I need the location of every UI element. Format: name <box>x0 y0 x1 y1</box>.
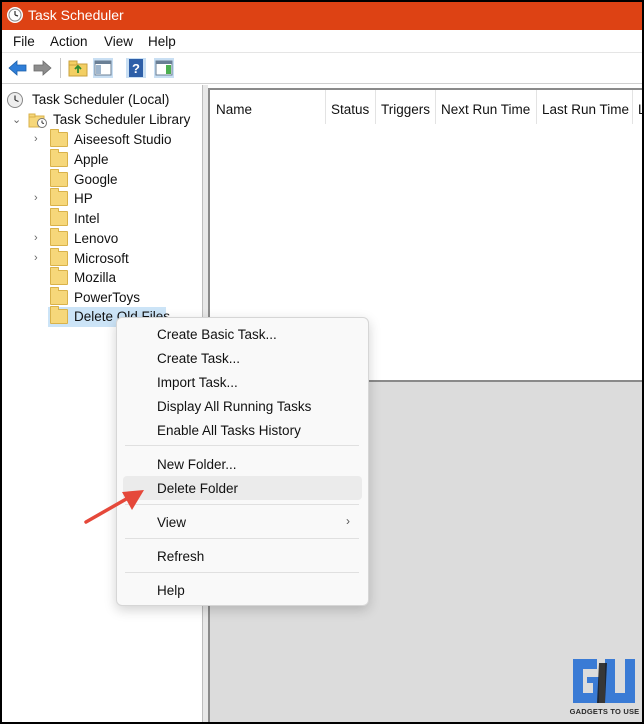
menu-view[interactable]: View <box>104 34 133 49</box>
column-header-last-run-time[interactable]: Last Run Time <box>536 90 633 124</box>
help-icon[interactable]: ? <box>124 56 148 80</box>
tree-folder-label: Lenovo <box>74 231 119 246</box>
menu-separator <box>125 504 359 505</box>
toolbar-separator <box>60 58 61 78</box>
menu-item-enable-tasks-history[interactable]: Enable All Tasks History <box>123 418 362 442</box>
tree-folder-label: HP <box>74 191 93 206</box>
chevron-right-icon[interactable]: › <box>34 232 38 244</box>
back-arrow-icon[interactable] <box>6 56 30 80</box>
show-action-pane-icon[interactable] <box>152 56 176 80</box>
column-header-last-result[interactable]: L <box>632 90 642 124</box>
menu-separator <box>125 572 359 573</box>
up-folder-icon[interactable] <box>66 56 90 80</box>
watermark-text: GADGETS TO USE <box>569 707 640 716</box>
column-header-label: L <box>638 102 642 117</box>
tree-folder[interactable]: › Aiseesoft Studio <box>32 129 196 150</box>
gadgets-to-use-watermark: GADGETS TO USE <box>567 655 642 722</box>
tree-folder[interactable]: Intel <box>32 208 196 229</box>
menu-item-label: Delete Folder <box>157 481 239 496</box>
menu-item-new-folder[interactable]: New Folder... <box>123 452 362 476</box>
menu-item-view[interactable]: View › <box>123 510 362 534</box>
column-header-label: Triggers <box>381 102 431 117</box>
forward-arrow-icon[interactable] <box>30 56 54 80</box>
tree-folder-label: Intel <box>74 211 100 226</box>
tree-folder[interactable]: › Lenovo <box>32 228 196 249</box>
folder-icon <box>50 267 68 285</box>
column-header-label: Last Run Time <box>542 102 630 117</box>
tree-folder-label: Google <box>74 172 118 187</box>
tree-folder-label: Aiseesoft Studio <box>74 132 172 147</box>
title-bar: Task Scheduler <box>2 2 642 30</box>
column-header-status[interactable]: Status <box>325 90 376 124</box>
svg-text:?: ? <box>132 61 140 76</box>
show-hide-pane-icon[interactable] <box>91 56 115 80</box>
chevron-right-icon[interactable]: › <box>34 252 38 264</box>
menu-item-label: Refresh <box>157 549 205 564</box>
chevron-right-icon[interactable]: › <box>34 192 38 204</box>
toolbar: ? <box>2 53 642 84</box>
menu-item-create-basic-task[interactable]: Create Basic Task... <box>123 322 362 346</box>
column-header-next-run-time[interactable]: Next Run Time <box>435 90 537 124</box>
menu-item-label: Display All Running Tasks <box>157 399 312 414</box>
menu-separator <box>125 445 359 446</box>
tree-folder-label: PowerToys <box>74 290 141 305</box>
menu-item-import-task[interactable]: Import Task... <box>123 370 362 394</box>
annotation-arrow-icon <box>84 490 144 524</box>
menu-item-label: Help <box>157 583 185 598</box>
tree-folder[interactable]: Mozilla <box>32 267 196 288</box>
menu-item-label: View <box>157 515 187 530</box>
column-header-triggers[interactable]: Triggers <box>375 90 436 124</box>
column-header-label: Next Run Time <box>441 102 531 117</box>
menu-action[interactable]: Action <box>50 34 88 49</box>
folder-icon <box>50 149 68 167</box>
clock-icon <box>7 92 23 108</box>
menu-item-help[interactable]: Help <box>123 578 362 602</box>
menu-item-display-running-tasks[interactable]: Display All Running Tasks <box>123 394 362 418</box>
menu-item-delete-folder[interactable]: Delete Folder <box>123 476 362 500</box>
folder-icon <box>50 169 68 187</box>
tree-folder[interactable]: Apple <box>32 149 196 170</box>
folder-icon <box>50 228 68 246</box>
gu-logo-icon <box>573 659 635 703</box>
tree-folder-label: Apple <box>74 152 109 167</box>
library-folder-clock-icon <box>28 113 47 128</box>
menu-item-label: New Folder... <box>157 457 237 472</box>
chevron-down-icon[interactable]: ⌄ <box>12 113 21 126</box>
folder-icon <box>50 306 68 324</box>
column-header-name[interactable]: Name <box>210 90 326 124</box>
menu-item-label: Import Task... <box>157 375 238 390</box>
menu-item-label: Enable All Tasks History <box>157 423 301 438</box>
column-header-label: Name <box>216 102 253 117</box>
tree-root[interactable]: Task Scheduler (Local) <box>6 90 196 110</box>
menu-separator <box>125 538 359 539</box>
menu-file[interactable]: File <box>13 34 35 49</box>
column-header-label: Status <box>331 102 370 117</box>
menu-item-create-task[interactable]: Create Task... <box>123 346 362 370</box>
tree-folder[interactable]: › Microsoft <box>32 248 196 269</box>
task-scheduler-window: Task Scheduler File Action View Help ? T… <box>2 2 642 722</box>
window-title: Task Scheduler <box>28 7 124 23</box>
chevron-right-icon[interactable]: › <box>34 133 38 145</box>
folder-icon <box>50 248 68 266</box>
task-scheduler-clock-icon <box>7 7 23 23</box>
folder-icon <box>50 287 68 305</box>
folder-icon <box>50 129 68 147</box>
menu-item-label: Create Basic Task... <box>157 327 277 342</box>
tree-root-label: Task Scheduler (Local) <box>32 92 170 107</box>
tree-folder[interactable]: › HP <box>32 188 196 209</box>
tree-folder-label: Mozilla <box>74 270 117 285</box>
tree-folder[interactable]: Google <box>32 169 196 190</box>
folder-icon <box>50 188 68 206</box>
tree-library[interactable]: ⌄ Task Scheduler Library <box>10 110 196 130</box>
tree-folder-label: Microsoft <box>74 251 129 266</box>
menu-item-refresh[interactable]: Refresh <box>123 544 362 568</box>
context-menu: Create Basic Task... Create Task... Impo… <box>116 317 369 606</box>
tree-library-label: Task Scheduler Library <box>53 112 191 127</box>
menu-item-label: Create Task... <box>157 351 241 366</box>
folder-icon <box>50 208 68 226</box>
menu-bar: File Action View Help <box>2 30 642 53</box>
tree-folder[interactable]: PowerToys <box>32 287 196 308</box>
chevron-right-icon: › <box>346 514 350 528</box>
menu-help[interactable]: Help <box>148 34 176 49</box>
